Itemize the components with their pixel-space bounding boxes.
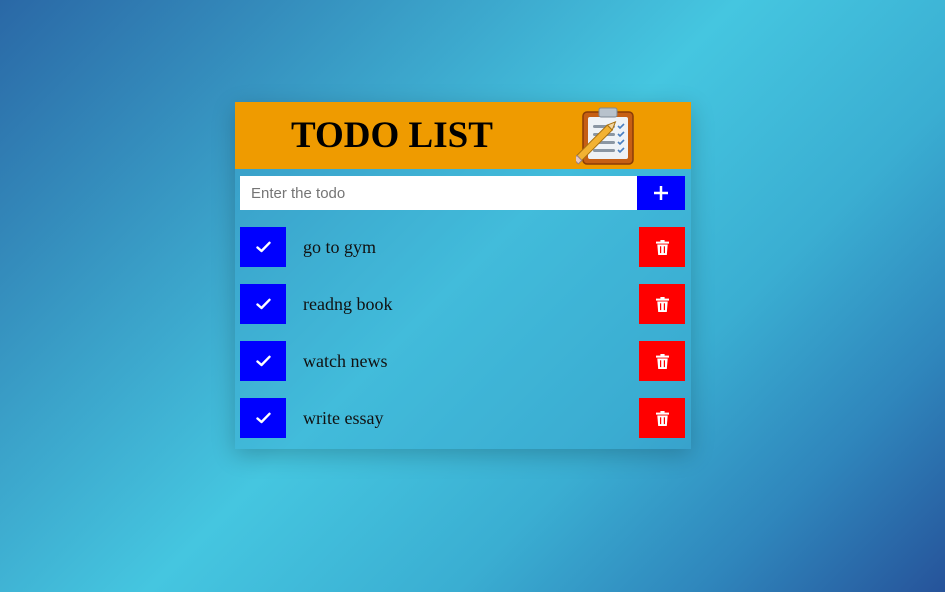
todo-text: write essay — [303, 408, 384, 428]
complete-button[interactable] — [240, 227, 286, 267]
check-icon — [255, 298, 271, 310]
delete-button[interactable] — [639, 341, 685, 381]
delete-button[interactable] — [639, 227, 685, 267]
trash-icon — [655, 353, 669, 369]
header: TODO LIST — [235, 102, 691, 169]
complete-button[interactable] — [240, 341, 286, 381]
app-title: TODO LIST — [291, 115, 493, 156]
complete-button[interactable] — [240, 398, 286, 438]
delete-button[interactable] — [639, 398, 685, 438]
todo-input-row — [240, 176, 685, 210]
list-item: go to gym — [240, 227, 685, 267]
check-icon — [255, 412, 271, 424]
list-item: watch news — [240, 341, 685, 381]
todo-input[interactable] — [240, 176, 637, 210]
todo-card: TODO LIST Enter the todo go to gym readn… — [235, 102, 691, 449]
todo-text: watch news — [303, 351, 388, 371]
clipboard-pencil-icon — [572, 106, 638, 166]
delete-button[interactable] — [639, 284, 685, 324]
check-icon — [255, 241, 271, 253]
list-item: readng book — [240, 284, 685, 324]
trash-icon — [655, 239, 669, 255]
list-item: write essay — [240, 398, 685, 438]
complete-button[interactable] — [240, 284, 286, 324]
plus-icon — [654, 186, 668, 200]
todo-text: go to gym — [303, 237, 377, 257]
add-todo-button[interactable] — [637, 176, 685, 210]
trash-icon — [655, 410, 669, 426]
todo-list: go to gym readng book watch news write e… — [240, 227, 685, 455]
trash-icon — [655, 296, 669, 312]
check-icon — [255, 355, 271, 367]
todo-text: readng book — [303, 294, 393, 314]
